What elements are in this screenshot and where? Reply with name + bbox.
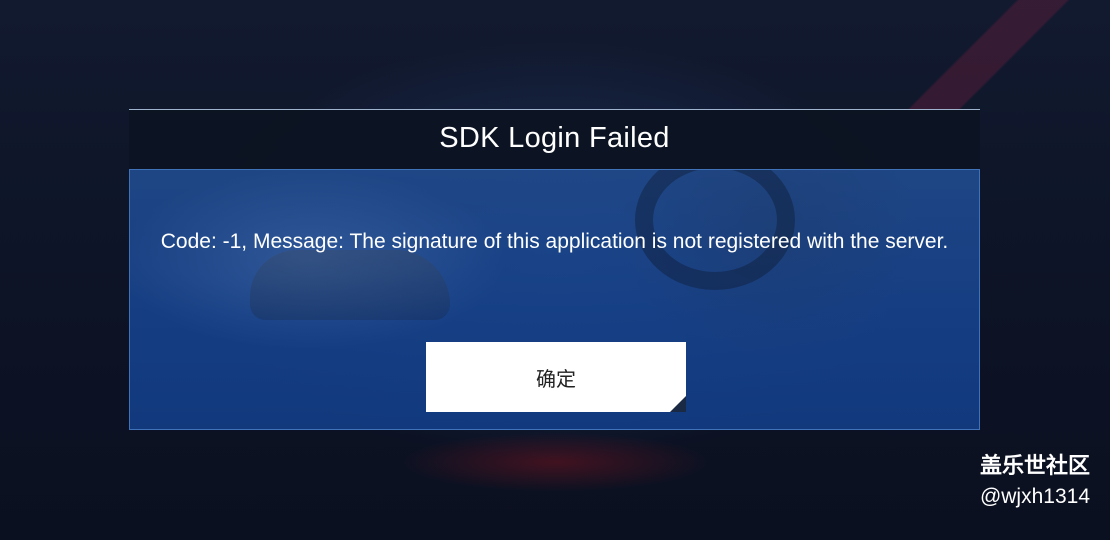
background-car-image [250, 250, 450, 320]
background-game-logo [400, 432, 710, 492]
error-dialog: SDK Login Failed Code: -1, Message: The … [129, 109, 980, 430]
button-corner-marker [670, 396, 686, 412]
watermark-brand: 盖乐世社区 [979, 454, 1090, 479]
confirm-button-label: 确定 [536, 366, 576, 391]
confirm-button[interactable]: 确定 [426, 342, 686, 412]
watermark-user: @wjxh1314 [979, 485, 1090, 508]
error-message: Code: -1, Message: The signature of this… [160, 230, 949, 253]
background-stripe [880, 0, 1110, 110]
dialog-body: Code: -1, Message: The signature of this… [129, 169, 980, 430]
dialog-title: SDK Login Failed [439, 122, 670, 154]
watermark: 盖乐世社区 @wjxh1314 [980, 452, 1090, 512]
dialog-header: SDK Login Failed [129, 109, 980, 169]
